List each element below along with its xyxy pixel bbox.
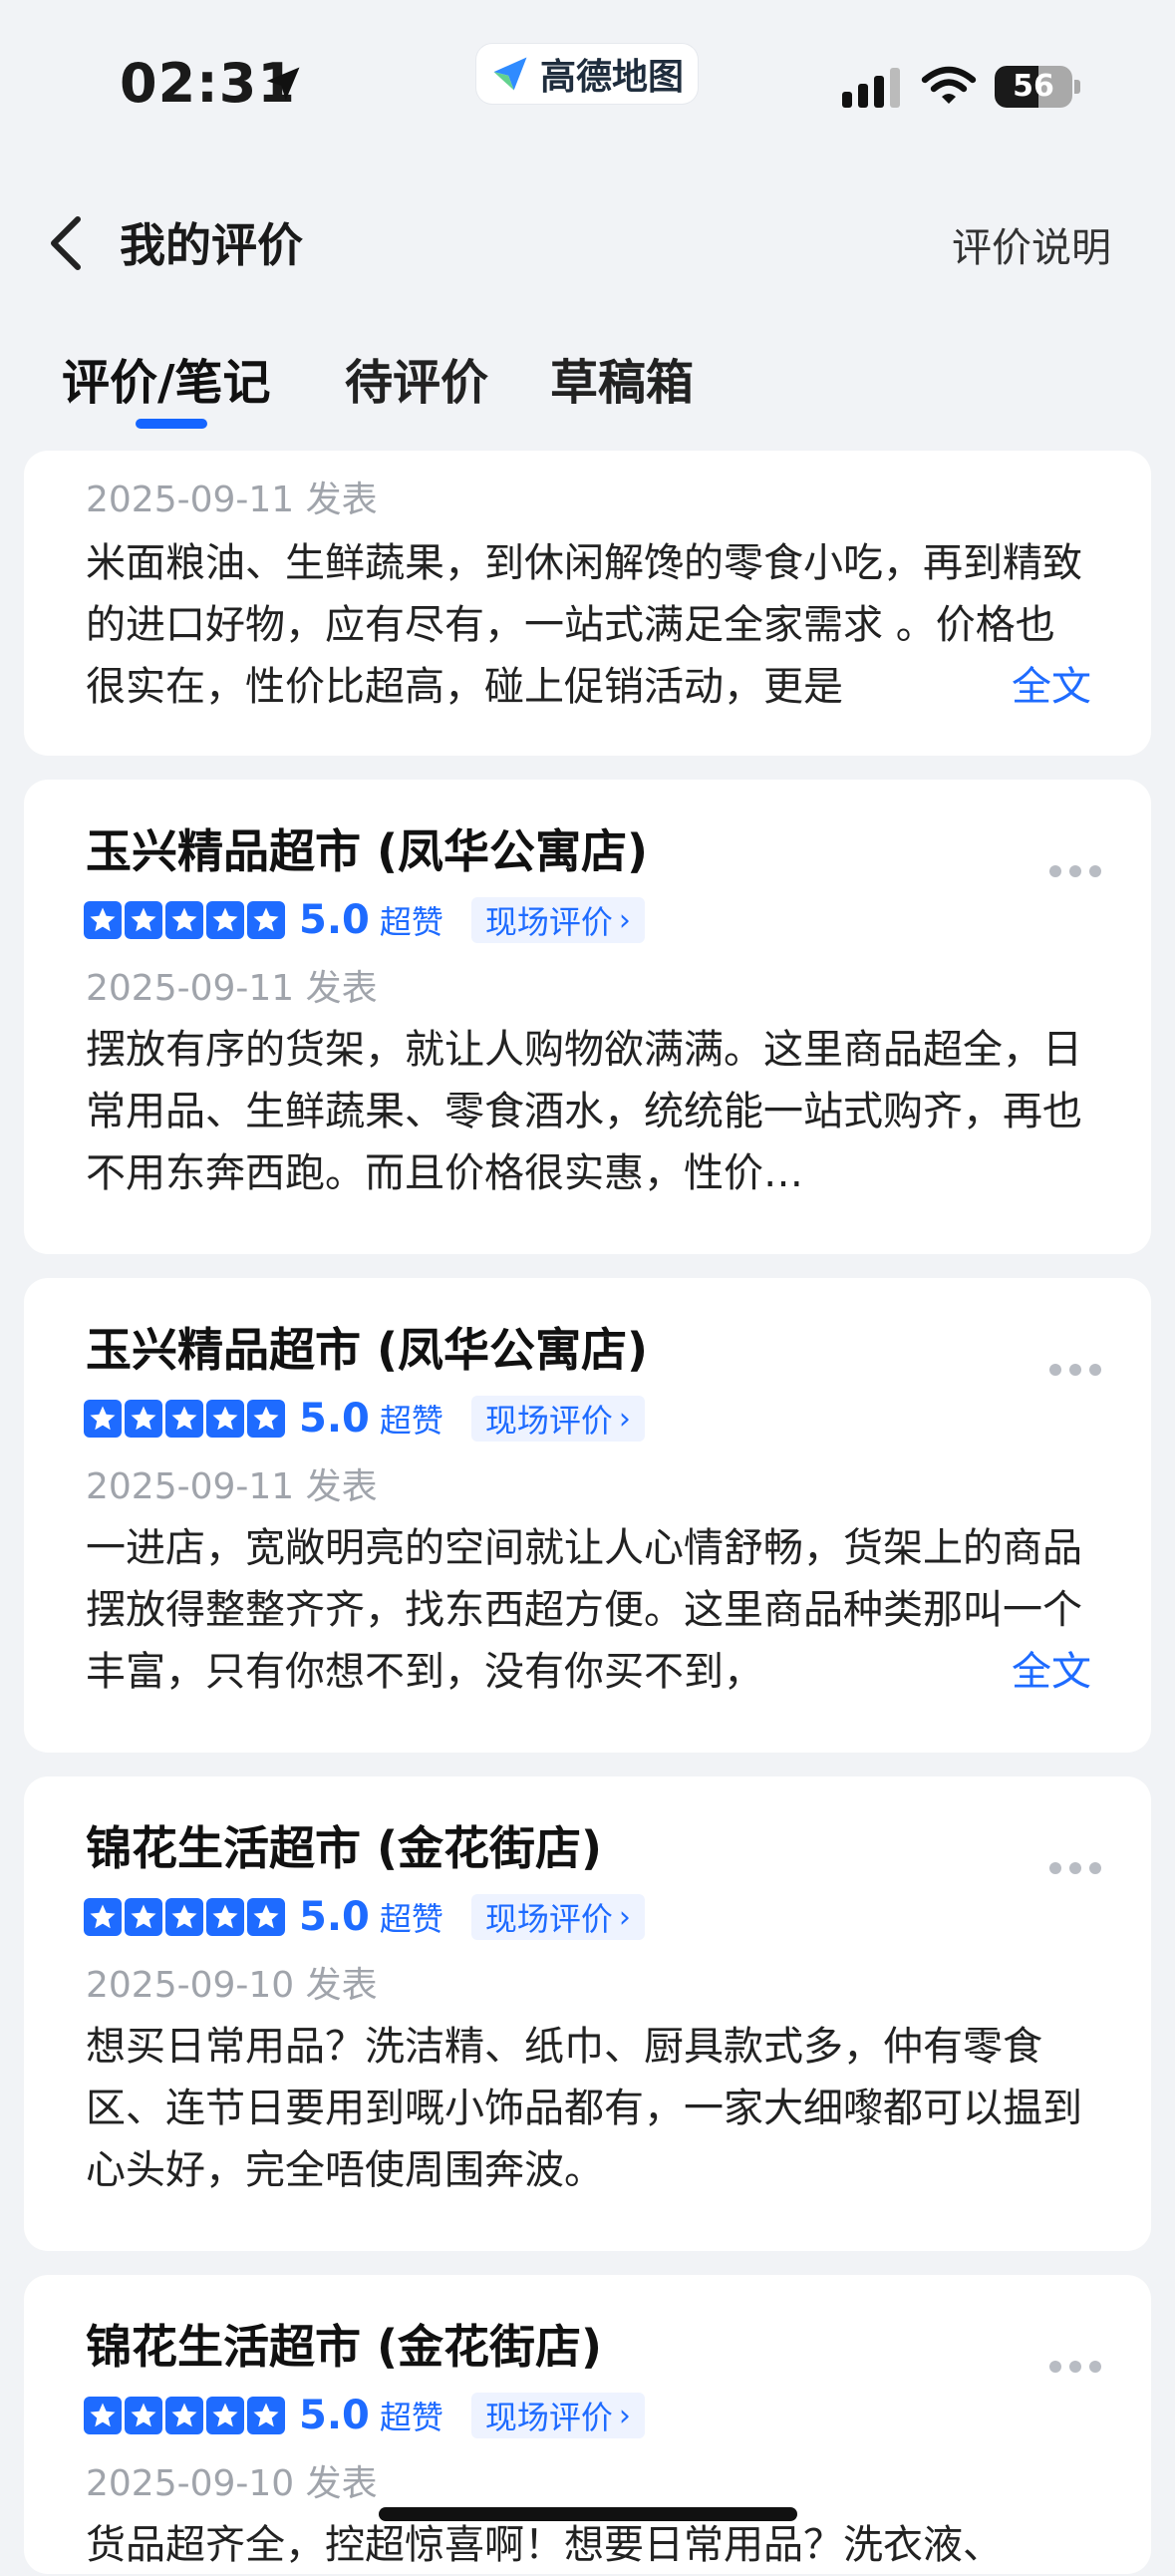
star-icon — [206, 1400, 244, 1438]
star-icon — [247, 1400, 285, 1438]
star-icon — [206, 2397, 244, 2434]
chevron-right-icon: › — [618, 1401, 631, 1437]
star-rating — [84, 901, 285, 939]
onsite-review-label: 现场评价 — [484, 2399, 613, 2436]
onsite-review-tag[interactable]: 现场评价 › — [470, 897, 645, 943]
tab-drafts[interactable]: 草稿箱 — [550, 343, 694, 413]
rating-row: 5.0 超赞 现场评价 › — [84, 1894, 645, 1940]
rating-score: 5.0 — [299, 1894, 370, 1940]
onsite-review-label: 现场评价 — [484, 1402, 613, 1440]
review-card[interactable]: 玉兴精品超市 (凤华公寓店) 5.0 超赞 现场评价 › 2025-09-11 发… — [24, 780, 1151, 1254]
more-options-icon[interactable] — [1047, 2357, 1103, 2377]
onsite-review-tag[interactable]: 现场评价 › — [470, 1894, 645, 1940]
review-text: 货品超齐全，控超惊喜啊！想要日常用品？洗衣液、 — [86, 2522, 1003, 2568]
more-options-icon[interactable] — [1047, 1360, 1103, 1380]
more-options-icon[interactable] — [1047, 861, 1103, 881]
review-date: 2025-09-11 发表 — [86, 480, 378, 520]
review-card[interactable]: 玉兴精品超市 (凤华公寓店) 5.0 超赞 现场评价 › 2025-09-11 发… — [24, 1278, 1151, 1753]
review-text: 一进店，宽敞明亮的空间就让人心情舒畅，货架上的商品摆放得整整齐齐，找东西超方便。… — [86, 1525, 1082, 1695]
back-chevron-icon[interactable] — [46, 213, 86, 273]
rating-score: 5.0 — [299, 897, 370, 943]
tab-reviews-notes[interactable]: 评价/笔记 — [62, 343, 271, 413]
review-text: 米面粮油、生鲜蔬果，到休闲解馋的零食小吃，再到精致的进口好物，应有尽有，一站式满… — [86, 540, 1082, 710]
review-guide-link[interactable]: 评价说明 — [952, 215, 1111, 273]
star-icon — [247, 2397, 285, 2434]
review-card[interactable]: 锦花生活超市 (金花街店) 5.0 超赞 现场评价 › 2025-09-10 发表… — [24, 2275, 1151, 2574]
review-date: 2025-09-11 发表 — [86, 968, 378, 1009]
rating-score: 5.0 — [299, 1396, 370, 1442]
page-title: 我的评价 — [120, 218, 303, 272]
star-rating — [84, 1898, 285, 1936]
tab-pending[interactable]: 待评价 — [345, 343, 488, 413]
home-indicator[interactable] — [379, 2507, 797, 2521]
star-icon — [84, 901, 122, 939]
read-full-link[interactable]: 全文 — [952, 1641, 1091, 1703]
rating-row: 5.0 超赞 现场评价 › — [84, 897, 645, 943]
more-options-icon[interactable] — [1047, 1858, 1103, 1878]
rating-label: 超赞 — [379, 1900, 443, 1938]
star-icon — [206, 1898, 244, 1936]
shop-name[interactable]: 锦花生活超市 (金花街店) — [86, 1812, 602, 1878]
review-date: 2025-09-10 发表 — [86, 1965, 378, 2006]
shop-name[interactable]: 锦花生活超市 (金花街店) — [86, 2311, 602, 2377]
star-icon — [206, 901, 244, 939]
star-icon — [125, 901, 162, 939]
active-tab-indicator — [136, 419, 207, 429]
app-name: 高德地图 — [540, 57, 685, 98]
star-icon — [125, 1898, 162, 1936]
nav-header: 我的评价 评价说明 — [0, 189, 1175, 299]
star-rating — [84, 2397, 285, 2434]
star-icon — [125, 1400, 162, 1438]
chevron-right-icon: › — [618, 1899, 631, 1935]
star-rating — [84, 1400, 285, 1438]
tab-bar: 评价/笔记 待评价 草稿箱 — [0, 329, 1175, 449]
rating-label: 超赞 — [379, 1402, 443, 1440]
battery-icon: 56 — [995, 66, 1072, 108]
battery-tip — [1074, 80, 1080, 94]
rating-label: 超赞 — [379, 903, 443, 941]
rating-row: 5.0 超赞 现场评价 › — [84, 1396, 645, 1442]
shop-name[interactable]: 玉兴精品超市 (凤华公寓店) — [86, 815, 648, 881]
star-icon — [165, 1898, 203, 1936]
onsite-review-tag[interactable]: 现场评价 › — [470, 1396, 645, 1442]
star-icon — [247, 901, 285, 939]
review-text: 摆放有序的货架，就让人购物欲满满。这里商品超全，日常用品、生鲜蔬果、零食酒水，统… — [86, 1027, 1082, 1196]
review-card[interactable]: 2025-09-11 发表 米面粮油、生鲜蔬果，到休闲解馋的零食小吃，再到精致的… — [24, 451, 1151, 756]
app-switch-pill[interactable]: 高德地图 — [476, 44, 699, 104]
chevron-right-icon: › — [618, 902, 631, 938]
cellular-signal-icon — [842, 68, 900, 108]
status-bar: 02:31 高德地图 56 — [0, 0, 1175, 150]
rating-score: 5.0 — [299, 2393, 370, 2438]
onsite-review-label: 现场评价 — [484, 903, 613, 941]
onsite-review-label: 现场评价 — [484, 1900, 613, 1938]
review-text: 想买日常用品？洗洁精、纸巾、厨具款式多，仲有零食区、连节日要用到嘅小饰品都有，一… — [86, 2024, 1082, 2193]
wifi-icon — [921, 66, 977, 104]
amap-logo-icon — [493, 57, 527, 91]
location-arrow-icon — [266, 67, 300, 101]
star-icon — [247, 1898, 285, 1936]
review-card[interactable]: 锦花生活超市 (金花街店) 5.0 超赞 现场评价 › 2025-09-10 发表… — [24, 1776, 1151, 2251]
star-icon — [165, 901, 203, 939]
onsite-review-tag[interactable]: 现场评价 › — [470, 2393, 645, 2438]
review-date: 2025-09-10 发表 — [86, 2463, 378, 2504]
read-full-link[interactable]: 全文 — [952, 656, 1091, 718]
rating-row: 5.0 超赞 现场评价 › — [84, 2393, 645, 2438]
shop-name[interactable]: 玉兴精品超市 (凤华公寓店) — [86, 1314, 648, 1380]
star-icon — [165, 1400, 203, 1438]
chevron-right-icon: › — [618, 2398, 631, 2433]
star-icon — [84, 1898, 122, 1936]
review-date: 2025-09-11 发表 — [86, 1466, 378, 1507]
star-icon — [84, 2397, 122, 2434]
battery-level: 56 — [1013, 69, 1054, 104]
star-icon — [84, 1400, 122, 1438]
star-icon — [165, 2397, 203, 2434]
star-icon — [125, 2397, 162, 2434]
rating-label: 超赞 — [379, 2399, 443, 2436]
